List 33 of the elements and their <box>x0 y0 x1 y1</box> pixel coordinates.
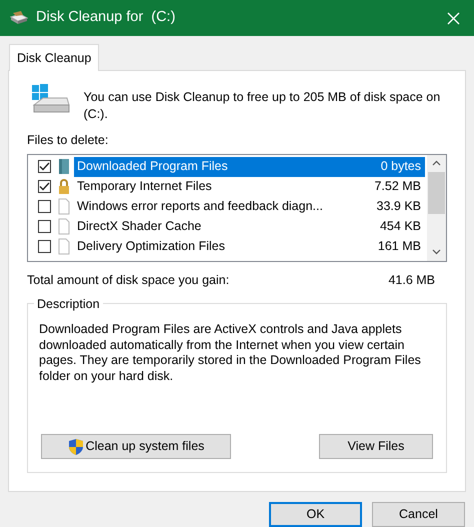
window-title: Disk Cleanup for (C:) <box>36 8 176 28</box>
file-item[interactable]: Windows error reports and feedback diagn... 33.9 KB <box>74 196 425 216</box>
disk-cleanup-icon <box>10 11 28 25</box>
file-item[interactable]: Downloaded Program Files 0 bytes <box>74 156 425 176</box>
view-files-button[interactable]: View Files <box>319 434 433 460</box>
file-item[interactable]: Temporary Internet Files 7.52 MB <box>74 176 425 196</box>
checkbox[interactable] <box>38 220 51 233</box>
file-item[interactable]: DirectX Shader Cache 454 KB <box>74 216 425 236</box>
chevron-up-icon <box>432 160 441 166</box>
checkbox[interactable] <box>38 200 51 213</box>
ok-button[interactable]: OK <box>269 502 362 527</box>
files-label: Files to delete: <box>27 132 110 149</box>
close-icon <box>447 12 460 26</box>
checkbox[interactable] <box>38 160 51 173</box>
tab[interactable]: Disk Cleanup <box>9 44 100 71</box>
lock-icon <box>57 178 71 195</box>
scrollbar[interactable] <box>427 154 446 260</box>
shield-icon <box>68 438 84 456</box>
checkbox[interactable] <box>38 240 51 253</box>
file-item[interactable]: Delivery Optimization Files 161 MB <box>74 236 425 256</box>
cancel-button[interactable]: Cancel <box>372 502 465 527</box>
checkbox[interactable] <box>38 180 51 193</box>
file-icon <box>57 198 71 215</box>
file-icon <box>57 218 71 235</box>
file-icon <box>57 238 71 255</box>
program-files-icon <box>57 158 71 175</box>
clean-up-system-files-button[interactable]: Clean up system files <box>41 434 231 460</box>
total-label: Total amount of disk space you gain: <box>27 272 230 289</box>
scroll-thumb[interactable] <box>428 172 445 214</box>
description-text: Downloaded Program Files are ActiveX controls and Java applets downloaded automatically from the Internet when you view certain pages. They are temporarily stored in the Downloaded Program Files folder on your hard disk. <box>39 322 422 384</box>
total-value: 41.6 MB <box>388 272 435 288</box>
chevron-down-icon <box>432 249 441 255</box>
intro-text: You can use Disk Cleanup to free up to 205 MB of disk space on (C:). <box>84 88 442 123</box>
